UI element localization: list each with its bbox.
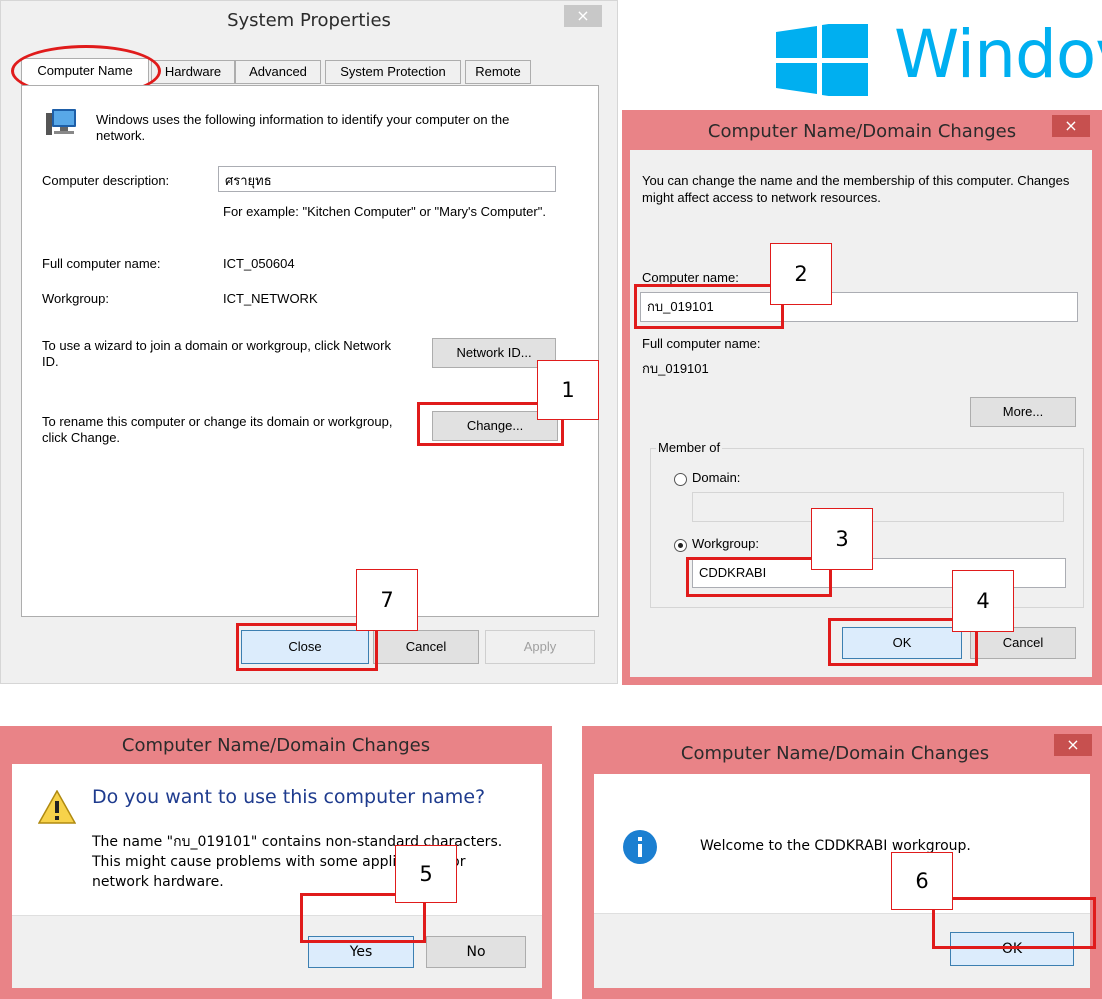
workgroup-label: Workgroup: bbox=[692, 536, 759, 551]
tab-system-protection[interactable]: System Protection bbox=[325, 60, 461, 84]
intro-text: Windows uses the following information t… bbox=[96, 112, 510, 143]
domain-radio[interactable] bbox=[674, 473, 687, 486]
step-3-label: 3 bbox=[811, 508, 873, 570]
tab-hardware[interactable]: Hardware bbox=[151, 60, 235, 84]
confirm-dialog: Computer Name/Domain Changes Do you want… bbox=[0, 726, 552, 999]
computer-name-dialog: Computer Name/Domain Changes × You can c… bbox=[622, 110, 1102, 685]
warning-icon bbox=[37, 789, 77, 824]
dialog-body: You can change the name and the membersh… bbox=[630, 150, 1092, 677]
computer-name-label: Computer name: bbox=[642, 270, 739, 285]
step-7-label: 7 bbox=[356, 569, 418, 631]
system-properties-window: System Properties × Computer Name Hardwa… bbox=[0, 0, 618, 684]
no-button[interactable]: No bbox=[426, 936, 526, 968]
windows-logo: Windov bbox=[770, 20, 1102, 100]
welcome-dialog-title: Computer Name/Domain Changes bbox=[680, 743, 990, 764]
system-properties-title: System Properties bbox=[227, 10, 391, 31]
close-icon[interactable]: × bbox=[564, 5, 602, 27]
step-5-label: 5 bbox=[395, 845, 457, 903]
member-of-label: Member of bbox=[656, 440, 723, 455]
close-icon[interactable]: × bbox=[1052, 115, 1090, 137]
step-1-label: 1 bbox=[537, 360, 599, 420]
step-4-label: 4 bbox=[952, 570, 1014, 632]
computer-name-dialog-title: Computer Name/Domain Changes bbox=[707, 121, 1017, 142]
workgroup-value: ICT_NETWORK bbox=[223, 291, 318, 306]
description-input[interactable]: ศรายุทธ bbox=[218, 166, 556, 192]
info-icon bbox=[622, 829, 658, 865]
rename-text: To rename this computer or change its do… bbox=[42, 414, 393, 445]
workgroup-radio[interactable] bbox=[674, 539, 687, 552]
wizard-text: To use a wizard to join a domain or work… bbox=[42, 338, 391, 369]
close-icon[interactable]: × bbox=[1054, 734, 1092, 756]
confirm-question: Do you want to use this computer name? bbox=[92, 786, 486, 808]
windows-flag-icon bbox=[772, 20, 872, 100]
welcome-body: Welcome to the CDDKRABI workgroup. OK bbox=[594, 774, 1090, 988]
domain-label: Domain: bbox=[692, 470, 741, 485]
tab-panel: Windows uses the following information t… bbox=[21, 85, 599, 617]
computer-icon bbox=[46, 107, 82, 139]
welcome-ok-highlight bbox=[932, 897, 1096, 949]
example-text: For example: "Kitchen Computer" or "Mary… bbox=[223, 204, 546, 219]
apply-button: Apply bbox=[485, 630, 595, 664]
confirm-body: Do you want to use this computer name? T… bbox=[12, 764, 542, 988]
computer-name-highlight bbox=[634, 284, 784, 329]
tab-advanced[interactable]: Advanced bbox=[235, 60, 321, 84]
workgroup-label: Workgroup: bbox=[42, 291, 109, 306]
intro-text: You can change the name and the membersh… bbox=[642, 173, 1070, 205]
confirm-dialog-title: Computer Name/Domain Changes bbox=[121, 735, 431, 756]
full-name-label: Full computer name: bbox=[42, 256, 161, 271]
full-name-value: กบ_019101 bbox=[642, 361, 709, 376]
full-name-label: Full computer name: bbox=[642, 336, 761, 351]
windows-logo-text: Windov bbox=[894, 20, 1102, 93]
domain-input bbox=[692, 492, 1064, 522]
more-button[interactable]: More... bbox=[970, 397, 1076, 427]
description-label: Computer description: bbox=[42, 173, 170, 188]
welcome-dialog: Computer Name/Domain Changes × Welcome t… bbox=[582, 726, 1102, 999]
cancel-button[interactable]: Cancel bbox=[373, 630, 479, 664]
tab-remote[interactable]: Remote bbox=[465, 60, 531, 84]
step-6-label: 6 bbox=[891, 852, 953, 910]
step-2-label: 2 bbox=[770, 243, 832, 305]
full-name-value: ICT_050604 bbox=[223, 256, 295, 271]
